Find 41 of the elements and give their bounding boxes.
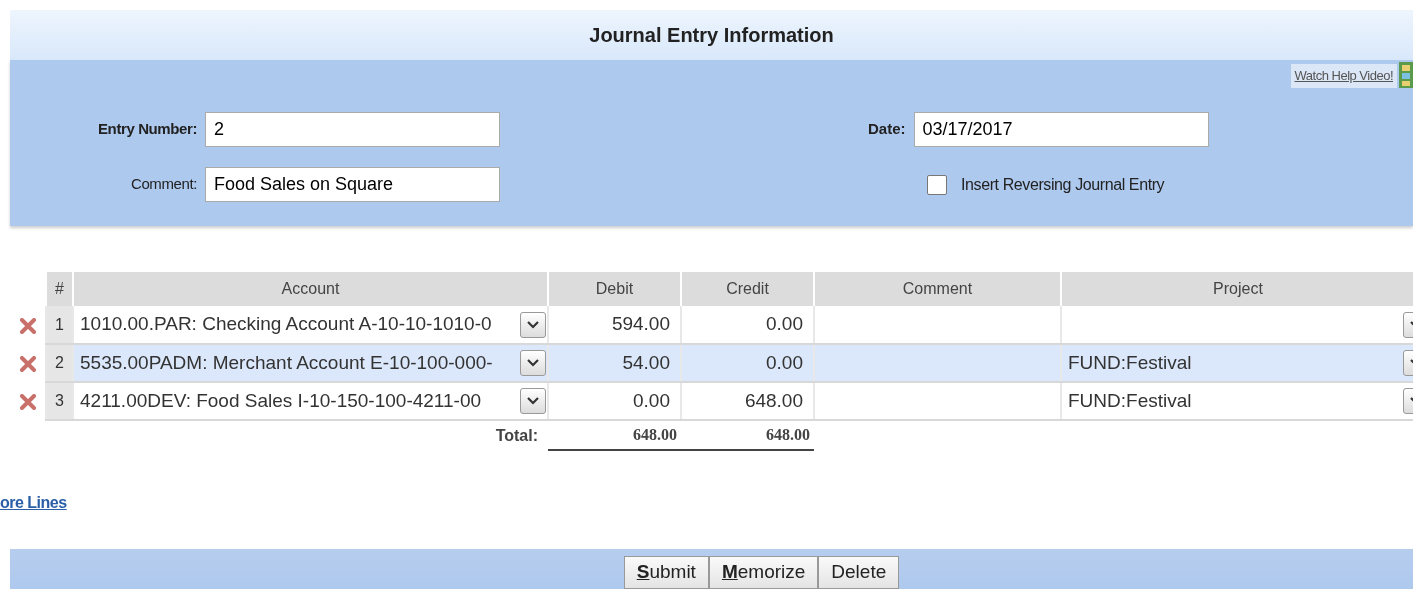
total-label: Total:: [495, 426, 538, 444]
column-header: Comment: [814, 272, 1061, 306]
dropdown-icon[interactable]: [520, 388, 546, 414]
checkbox[interactable]: [927, 174, 947, 195]
project-select[interactable]: FUND:Festival: [1061, 382, 1413, 420]
action-button[interactable]: Memorize: [708, 556, 819, 589]
help-video-link[interactable]: Watch Help Video!: [1290, 64, 1397, 88]
column-header: Project: [1061, 272, 1413, 306]
date-field[interactable]: 03/17/2017: [913, 112, 1209, 147]
credit-cell[interactable]: 0.00: [681, 344, 814, 382]
entry-number-label: Entry Number:: [97, 119, 198, 140]
comment-field[interactable]: Food Sales on Square: [205, 167, 500, 202]
total-credit: 648.00: [766, 426, 810, 443]
account-select[interactable]: 4211.00DEV: Food Sales I-10-150-100-4211-00: [73, 382, 548, 420]
account-select[interactable]: 5535.00PADM: Merchant Account E-10-100-000-: [73, 344, 548, 382]
comment-cell[interactable]: [814, 382, 1061, 420]
column-header: Debit: [548, 272, 681, 306]
credit-cell[interactable]: 648.00: [681, 382, 814, 420]
action-button[interactable]: Submit: [623, 556, 709, 589]
debit-cell[interactable]: 54.00: [548, 344, 681, 382]
comment-cell[interactable]: [814, 344, 1061, 382]
project-select[interactable]: FUND:Festival: [1061, 344, 1413, 382]
film-icon[interactable]: [1399, 62, 1413, 88]
column-header: Credit: [681, 272, 814, 306]
dropdown-icon[interactable]: [520, 350, 546, 376]
column-header: Account: [73, 272, 548, 306]
action-button[interactable]: Delete: [818, 556, 900, 589]
more-lines-link[interactable]: ore Lines: [0, 491, 67, 515]
page-title: Journal Entry Information: [10, 10, 1413, 60]
row-number: 1: [46, 306, 73, 344]
delete-icon[interactable]: [20, 355, 36, 372]
entry-number-field[interactable]: 2: [205, 112, 500, 147]
dropdown-icon[interactable]: [520, 311, 546, 338]
checkbox-label: Insert Reversing Journal Entry: [961, 174, 1165, 195]
total-debit: 648.00: [633, 426, 677, 443]
date-label: Date:: [868, 119, 906, 140]
comment-label: Comment:: [130, 174, 198, 195]
delete-icon[interactable]: [20, 393, 36, 410]
column-header: #: [46, 272, 73, 306]
debit-cell[interactable]: 0.00: [548, 382, 681, 420]
delete-icon[interactable]: [20, 317, 36, 334]
